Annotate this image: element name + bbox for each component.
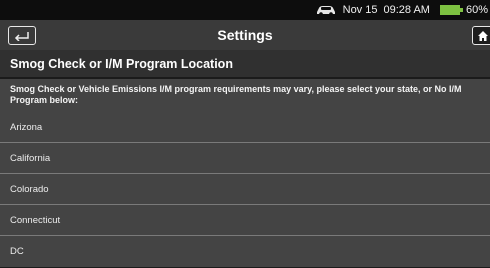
location-item-arizona[interactable]: Arizona xyxy=(0,112,490,143)
home-icon xyxy=(478,30,488,41)
location-item-california[interactable]: California xyxy=(0,143,490,174)
location-item-colorado[interactable]: Colorado xyxy=(0,174,490,205)
car-icon xyxy=(316,6,335,16)
status-date: Nov 15 xyxy=(342,4,378,16)
home-button[interactable] xyxy=(472,26,490,45)
location-item-dc[interactable]: DC xyxy=(0,236,490,267)
status-time: 09:28 AM xyxy=(383,4,430,16)
location-item-connecticut[interactable]: Connecticut xyxy=(0,205,490,236)
instruction-text: Smog Check or Vehicle Emissions I/M prog… xyxy=(0,79,490,112)
location-list: Arizona California Colorado Connecticut … xyxy=(0,112,490,267)
section-header: Smog Check or I/M Program Location xyxy=(0,50,490,78)
title-bar: Settings xyxy=(0,20,490,50)
battery-percent: 60% xyxy=(465,4,488,16)
status-indicators: Nov 15 09:28 AM 60% xyxy=(315,0,490,20)
status-bar: Nov 15 09:28 AM 60% xyxy=(0,0,490,20)
battery-icon xyxy=(439,5,463,15)
page-title: Settings xyxy=(217,27,273,43)
